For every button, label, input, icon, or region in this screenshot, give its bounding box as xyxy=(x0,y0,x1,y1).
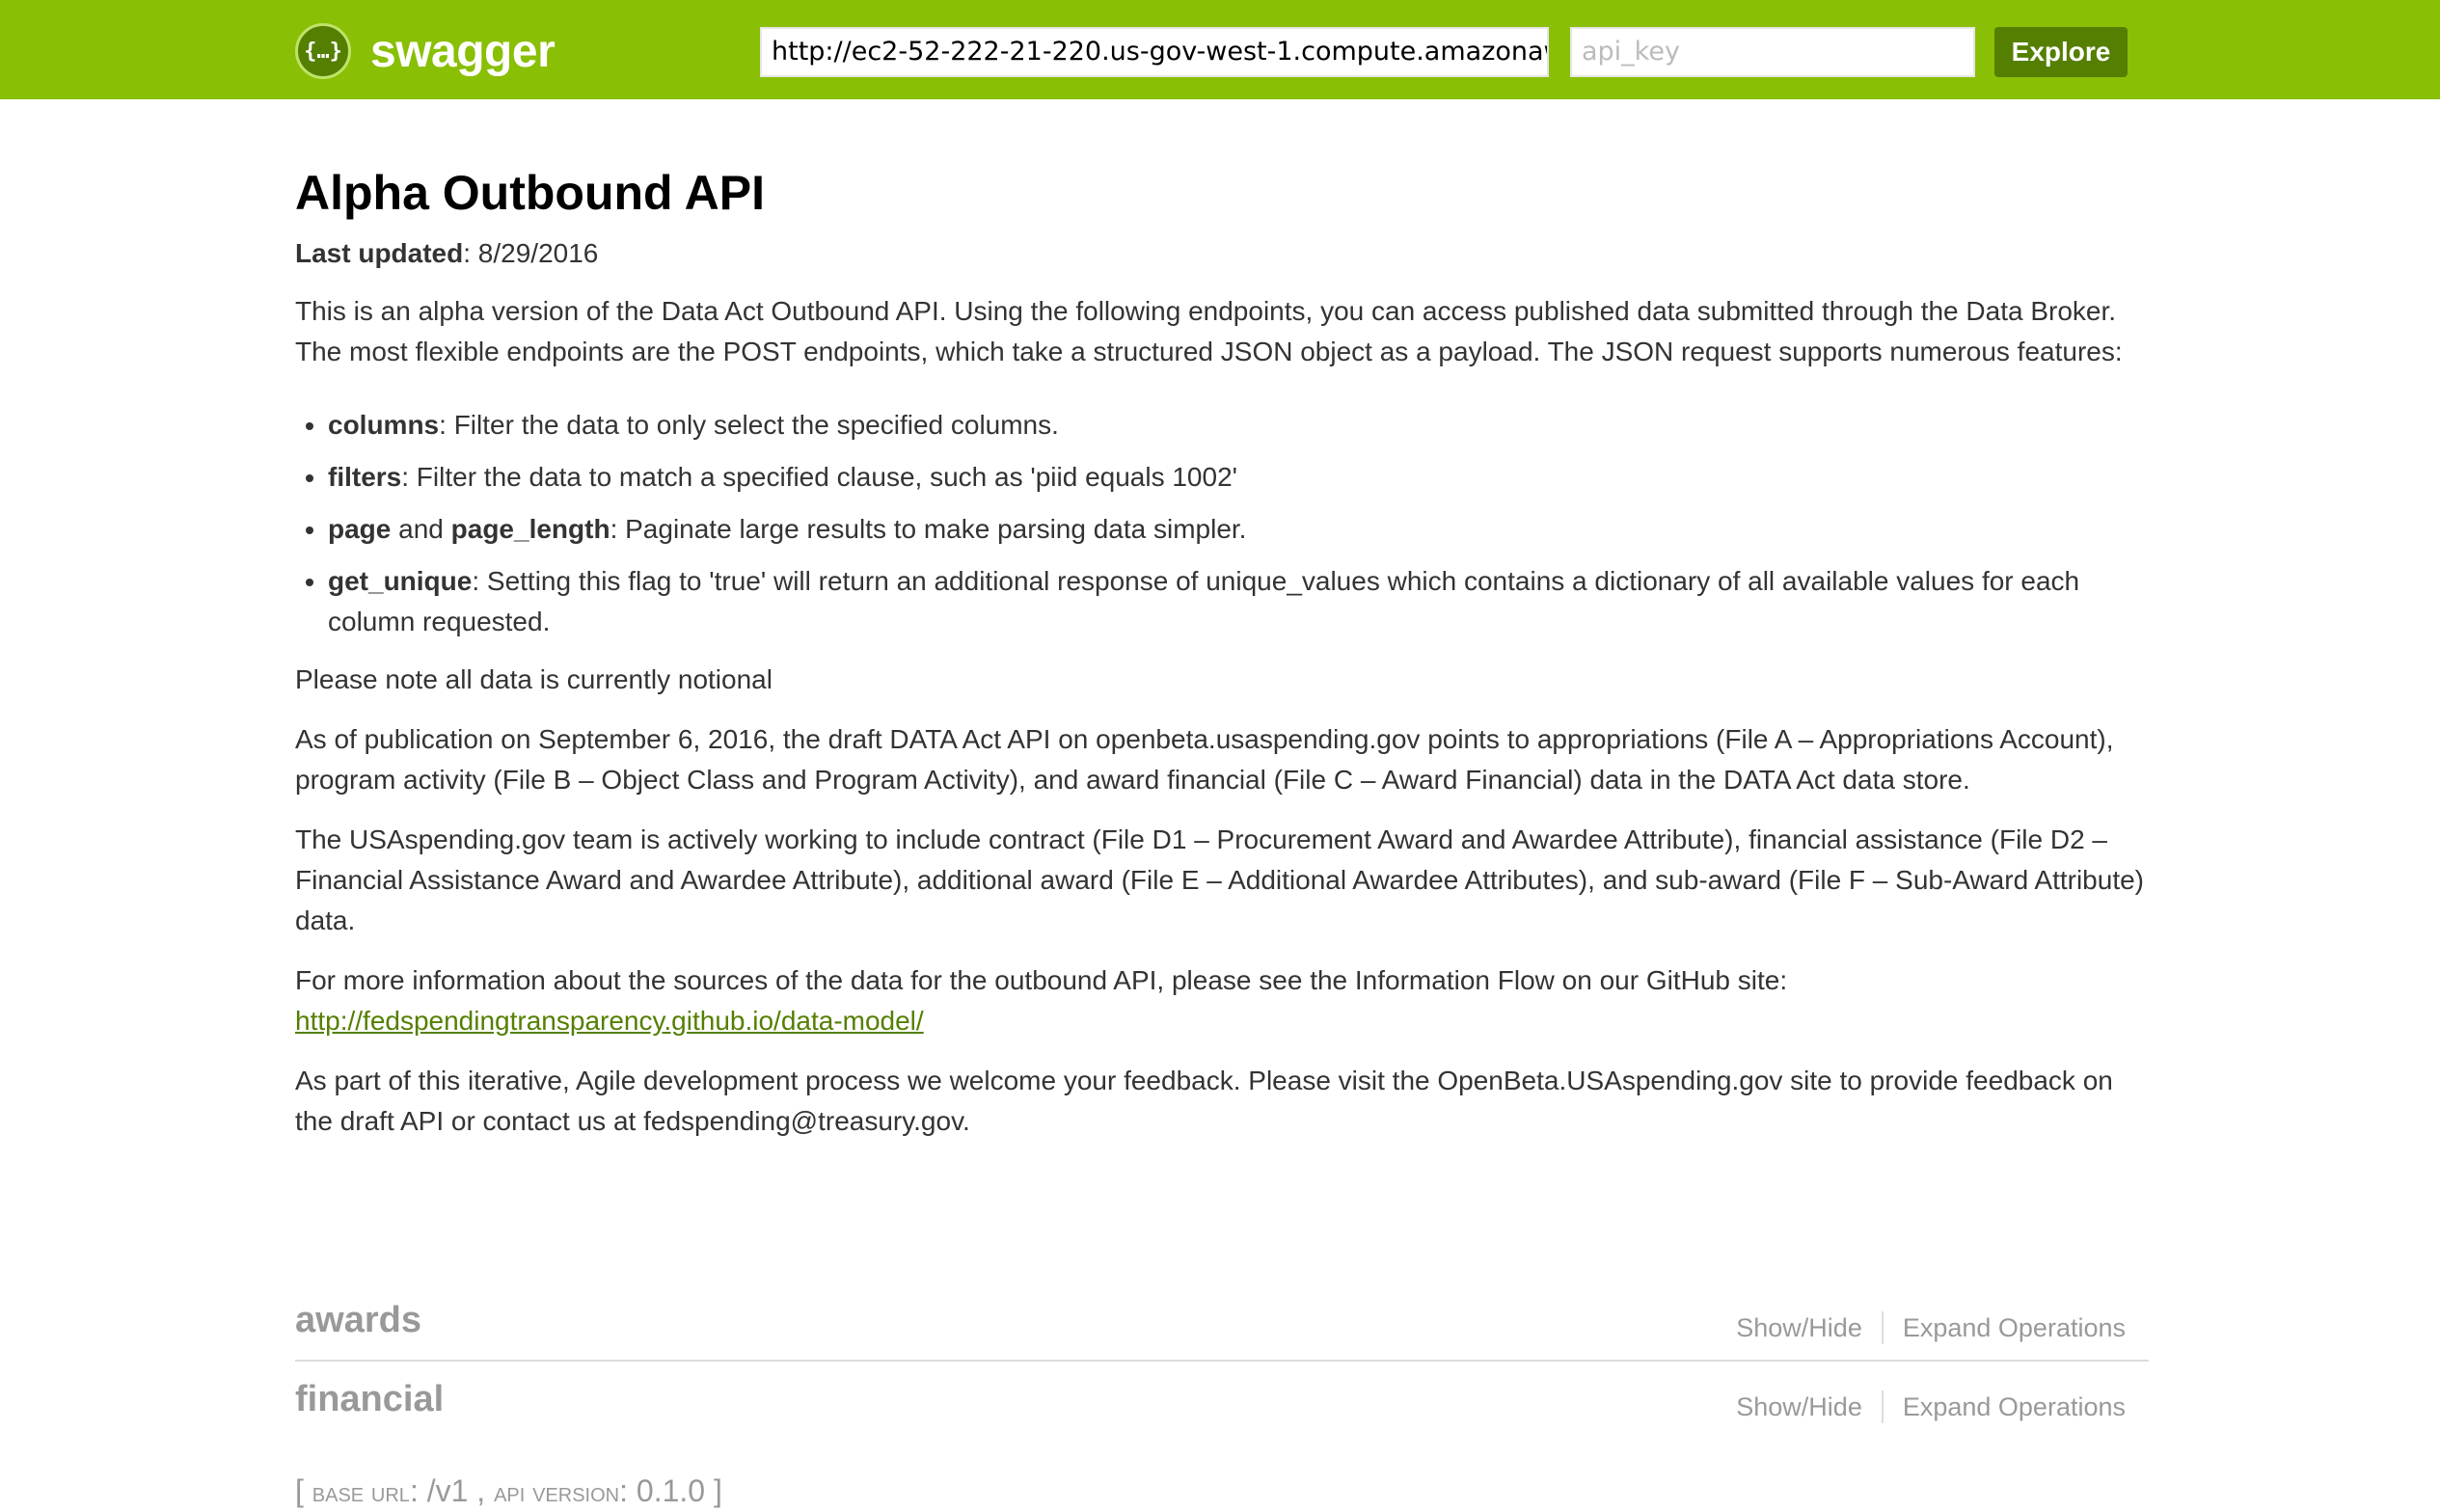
list-item: get_unique: Setting this flag to 'true' … xyxy=(328,561,2149,642)
api-key-input[interactable]: api_key xyxy=(1570,27,1975,77)
resource-name-financial[interactable]: financial xyxy=(295,1379,444,1420)
api-version-label: api version xyxy=(494,1477,620,1507)
notional-note: Please note all data is currently notion… xyxy=(295,664,773,694)
expand-operations-link[interactable]: Expand Operations xyxy=(1903,1392,2126,1422)
last-updated: Last updated: 8/29/2016 xyxy=(295,233,2149,274)
publication-paragraph: As of publication on September 6, 2016, … xyxy=(295,724,2114,795)
resource-options: Show/Hide Expand Operations xyxy=(1736,1311,2126,1344)
open-bracket: [ xyxy=(295,1473,312,1508)
top-bar: {…} swagger http://ec2-52-222-21-220.us-… xyxy=(0,0,2440,99)
resource-financial: financial Show/Hide Expand Operations xyxy=(295,1362,2149,1441)
list-item: filters: Filter the data to match a spec… xyxy=(328,457,2149,498)
api-info: Alpha Outbound API Last updated: 8/29/20… xyxy=(295,164,2149,1161)
feature-list: columns: Filter the data to only select … xyxy=(328,405,2149,642)
base-url-label: base url xyxy=(312,1477,410,1507)
divider xyxy=(1881,1390,1884,1423)
show-hide-link[interactable]: Show/Hide xyxy=(1736,1392,1862,1422)
api-title: Alpha Outbound API xyxy=(295,166,765,220)
info-flow-text: For more information about the sources o… xyxy=(295,965,1788,995)
spec-url-input[interactable]: http://ec2-52-222-21-220.us-gov-west-1.c… xyxy=(760,27,1549,77)
base-url-footer: [ base url: /v1 , api version: 0.1.0 ] xyxy=(295,1473,722,1509)
resource-name-awards[interactable]: awards xyxy=(295,1300,421,1341)
team-paragraph: The USAspending.gov team is actively wor… xyxy=(295,824,2144,935)
feature-term: columns xyxy=(328,410,440,440)
feature-term: page_length xyxy=(450,514,610,544)
base-url-value: : /v1 , xyxy=(409,1473,495,1508)
divider xyxy=(1881,1311,1884,1344)
feature-term: get_unique xyxy=(328,566,473,596)
feedback-paragraph: As part of this iterative, Agile develop… xyxy=(295,1066,2113,1136)
list-item: columns: Filter the data to only select … xyxy=(328,405,2149,446)
swagger-logo[interactable]: {…} swagger xyxy=(295,23,556,79)
explore-button[interactable]: Explore xyxy=(1994,27,2128,77)
list-item: page and page_length: Paginate large res… xyxy=(328,509,2149,550)
feature-text: : Filter the data to only select the spe… xyxy=(439,410,1059,440)
github-data-model-link[interactable]: http://fedspendingtransparency.github.io… xyxy=(295,1006,924,1036)
feature-text: : Setting this flag to 'true' will retur… xyxy=(328,566,2080,636)
feature-joiner: and xyxy=(391,514,451,544)
close-bracket: ] xyxy=(713,1473,722,1508)
last-updated-value: : 8/29/2016 xyxy=(463,238,599,268)
feature-text: : Filter the data to match a specified c… xyxy=(401,462,1237,492)
show-hide-link[interactable]: Show/Hide xyxy=(1736,1313,1862,1343)
last-updated-label: Last updated xyxy=(295,238,464,268)
resource-options: Show/Hide Expand Operations xyxy=(1736,1390,2126,1423)
swagger-logo-icon: {…} xyxy=(295,23,351,79)
expand-operations-link[interactable]: Expand Operations xyxy=(1903,1313,2126,1343)
feature-term: filters xyxy=(328,462,402,492)
intro-paragraph: This is an alpha version of the Data Act… xyxy=(295,296,2123,366)
feature-text: : Paginate large results to make parsing… xyxy=(610,514,1247,544)
swagger-logo-text: swagger xyxy=(370,25,556,77)
feature-term: page xyxy=(328,514,392,544)
resource-awards: awards Show/Hide Expand Operations xyxy=(295,1282,2149,1362)
info-flow-paragraph: For more information about the sources o… xyxy=(295,960,2149,1041)
api-version-value: : 0.1.0 xyxy=(619,1473,714,1508)
